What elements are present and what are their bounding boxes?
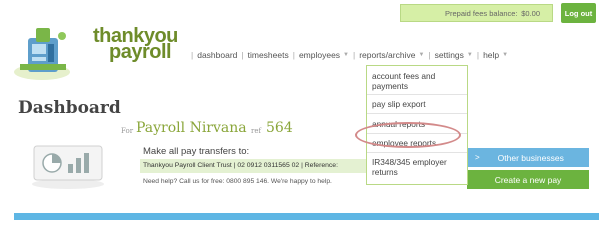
other-businesses-label: Other businesses <box>497 152 564 163</box>
nav-item-reports-archive[interactable]: reports/archive ▼ <box>359 50 424 60</box>
nav-item-employees[interactable]: employees ▼ <box>299 50 349 60</box>
nav-separator: | <box>191 50 194 60</box>
dropdown-item-ir348-returns[interactable]: IR348/345 employer returns <box>372 157 466 177</box>
chevron-down-icon: ▼ <box>502 52 509 58</box>
chevron-down-icon: ▼ <box>418 52 425 58</box>
logout-button[interactable]: Log out <box>561 3 596 23</box>
balance-value: $0.00 <box>521 9 540 18</box>
nav-separator: | <box>292 50 295 60</box>
balance-label: Prepaid fees balance: <box>445 9 518 18</box>
chevron-down-icon: ▼ <box>343 52 349 58</box>
pay-transfer-heading: Make all pay transfers to: <box>143 146 250 157</box>
bottom-bar <box>14 213 599 220</box>
highlight-ellipse <box>355 122 461 148</box>
chevron-right-icon: > <box>475 153 480 162</box>
other-businesses-button[interactable]: > Other businesses <box>467 148 589 167</box>
dropdown-item-pay-slip-export[interactable]: pay slip export <box>372 99 426 109</box>
dropdown-item-account-fees[interactable]: account fees and payments <box>372 71 464 91</box>
nav-item-settings[interactable]: settings ▼ <box>435 50 473 60</box>
nav-item-help[interactable]: help ▼ <box>483 50 508 60</box>
ref-number: 564 <box>266 120 293 136</box>
company-name: Payroll Nirvana <box>136 120 247 136</box>
nav-separator: | <box>241 50 244 60</box>
nav-item-dashboard[interactable]: dashboard <box>197 50 237 60</box>
dropdown-divider <box>367 113 467 114</box>
chevron-down-icon: ▼ <box>466 52 473 58</box>
dropdown-divider <box>367 152 467 153</box>
dashboard-chart-icon <box>32 145 104 189</box>
dropdown-divider <box>367 94 467 95</box>
logo-icon[interactable] <box>12 22 77 82</box>
for-label: For <box>121 127 134 135</box>
help-text: Need help? Call us for free: 0800 895 14… <box>143 178 332 185</box>
ref-label: ref <box>251 127 262 135</box>
trust-account-text: Thankyou Payroll Client Trust | 02 0912 … <box>143 162 338 169</box>
create-new-pay-button[interactable]: Create a new pay <box>467 170 589 189</box>
nav-separator: | <box>353 50 356 60</box>
main-nav: | dashboard | timesheets | employees ▼ | … <box>187 46 508 64</box>
nav-separator: | <box>476 50 480 60</box>
logo-text-payroll: payroll <box>109 41 172 63</box>
nav-item-timesheets[interactable]: timesheets <box>248 50 289 60</box>
nav-separator: | <box>428 50 431 60</box>
page-title: Dashboard <box>18 98 121 118</box>
trust-account-box: Thankyou Payroll Client Trust | 02 0912 … <box>140 159 366 173</box>
prepaid-balance-box: Prepaid fees balance: $0.00 <box>400 4 553 22</box>
